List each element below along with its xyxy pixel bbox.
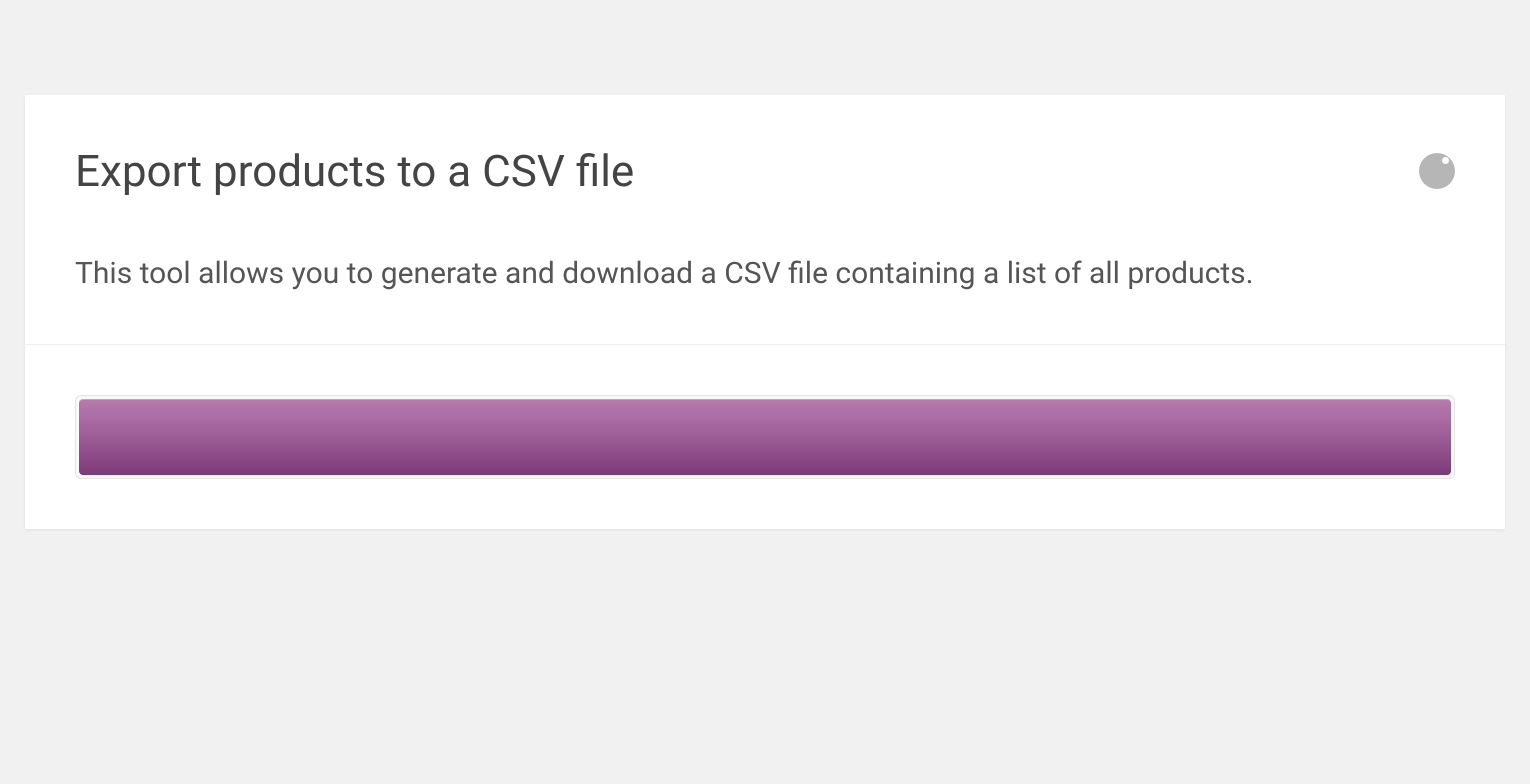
progress-bar-track [75, 395, 1455, 479]
page-title: Export products to a CSV file [75, 145, 634, 198]
export-description: This tool allows you to generate and dow… [75, 248, 1455, 299]
title-row: Export products to a CSV file [75, 145, 1455, 198]
spinner-icon [1419, 153, 1455, 189]
export-card: Export products to a CSV file This tool … [25, 95, 1505, 529]
card-header: Export products to a CSV file This tool … [25, 95, 1505, 345]
card-body [25, 345, 1505, 529]
progress-bar-fill [79, 399, 1451, 475]
